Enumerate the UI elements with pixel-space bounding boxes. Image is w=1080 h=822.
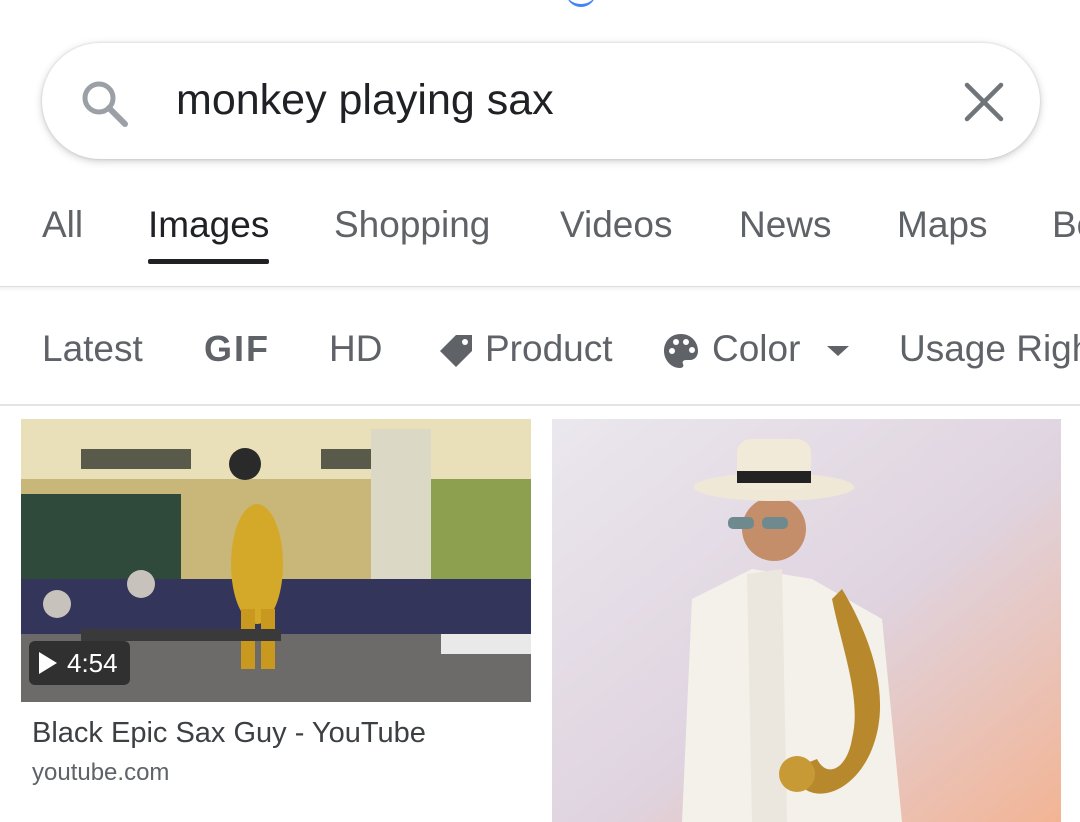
play-icon bbox=[39, 652, 57, 674]
close-icon[interactable] bbox=[962, 80, 1006, 124]
result-thumbnail[interactable] bbox=[552, 419, 1061, 822]
chip-usage-rights[interactable]: Usage Rights bbox=[899, 312, 1080, 386]
result-thumbnail[interactable]: 4:54 bbox=[21, 419, 531, 702]
tab-images[interactable]: Images bbox=[148, 190, 270, 264]
loading-indicator bbox=[566, 0, 596, 7]
search-tabs: All Images Shopping Videos News Maps Boo… bbox=[0, 190, 1080, 287]
chip-gif[interactable]: GIF bbox=[204, 312, 270, 386]
tag-icon bbox=[440, 335, 472, 368]
result-source: youtube.com bbox=[32, 759, 170, 786]
video-duration: 4:54 bbox=[67, 648, 118, 678]
chip-product-label: Product bbox=[485, 328, 613, 369]
filter-chips: Latest GIF HD Product Color Usage Rights bbox=[0, 312, 1080, 406]
chip-color[interactable]: Color bbox=[662, 312, 851, 386]
palette-icon bbox=[664, 334, 698, 369]
tab-videos[interactable]: Videos bbox=[560, 190, 672, 264]
video-duration-badge: 4:54 bbox=[29, 641, 130, 685]
tab-news[interactable]: News bbox=[739, 190, 832, 264]
chip-latest[interactable]: Latest bbox=[42, 312, 143, 386]
tabs-divider bbox=[0, 286, 1080, 292]
search-input[interactable] bbox=[176, 71, 936, 129]
dropdown-arrow-icon bbox=[826, 346, 849, 357]
tab-all[interactable]: All bbox=[42, 190, 83, 264]
search-icon[interactable] bbox=[80, 79, 130, 129]
chip-color-label: Color bbox=[712, 328, 801, 369]
result-image bbox=[552, 419, 1061, 822]
search-bar[interactable] bbox=[42, 43, 1040, 159]
tab-books[interactable]: Books bbox=[1052, 190, 1080, 264]
chip-hd[interactable]: HD bbox=[329, 312, 382, 386]
tab-maps[interactable]: Maps bbox=[897, 190, 987, 264]
chip-product[interactable]: Product bbox=[437, 312, 613, 386]
result-title[interactable]: Black Epic Sax Guy - YouTube bbox=[32, 717, 426, 750]
tab-shopping[interactable]: Shopping bbox=[334, 190, 490, 264]
